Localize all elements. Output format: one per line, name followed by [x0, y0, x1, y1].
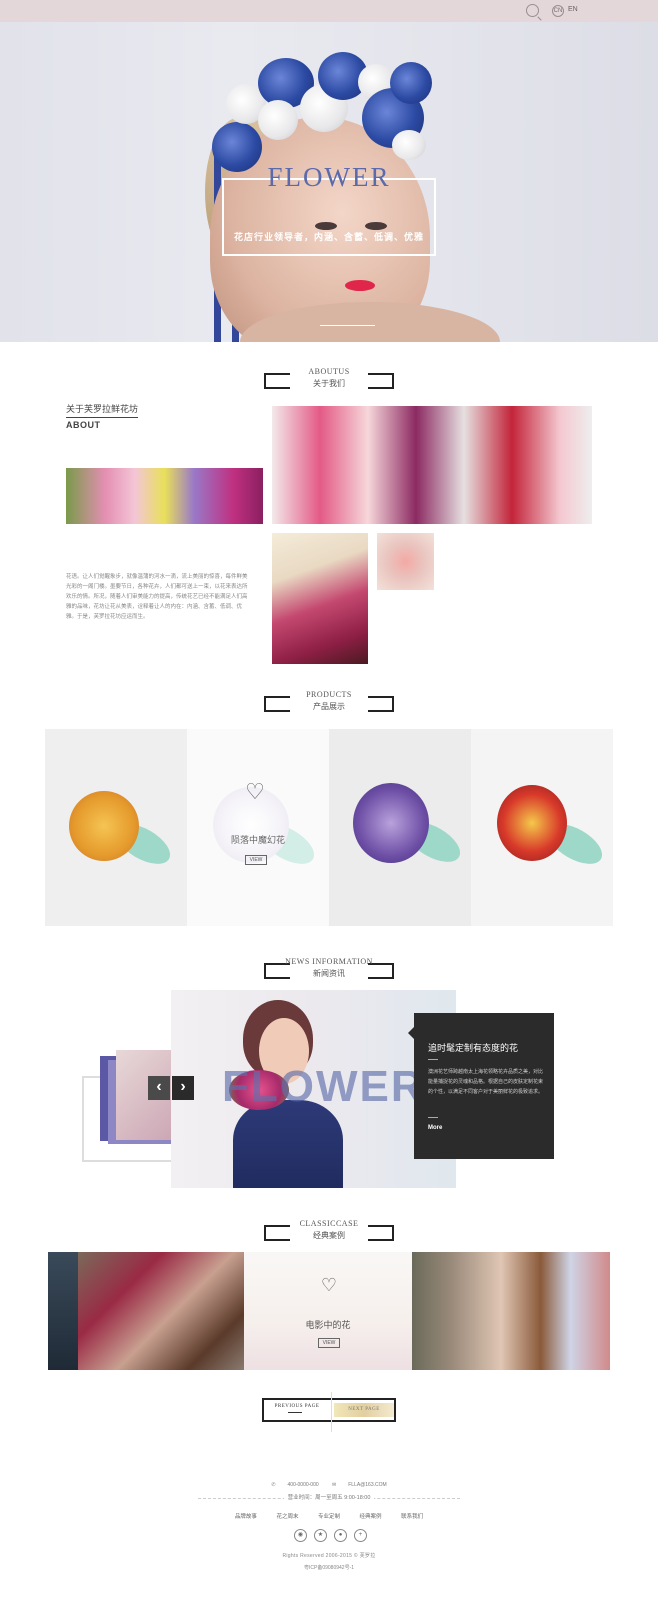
section-title-en: CLASSICCASE [299, 1219, 359, 1228]
section-title-en: PRODUCTS [306, 690, 352, 699]
qzone-icon[interactable]: ★ [314, 1529, 327, 1542]
section-title-en: NEWS INFORMATION [285, 957, 373, 966]
case-image-partial[interactable] [48, 1252, 78, 1370]
product-card[interactable] [329, 729, 471, 926]
hero-rose [390, 62, 432, 104]
section-title-cn: 产品展示 [313, 702, 345, 711]
product-bouquet [69, 791, 139, 861]
about-image-bouquet [66, 468, 263, 524]
news-more-link[interactable]: More [428, 1125, 442, 1131]
footer-social: ◉ ★ ● + [292, 1529, 372, 1543]
footer-nav: 品牌故事 花之周末 专业定制 经典案例 联系我们 [0, 1512, 658, 1520]
arrow-left-icon [288, 1412, 302, 1413]
hero-rose [392, 130, 426, 160]
news-text: 澳洲花艺师跨越南太上海花领略花卉品质之美，对比能量捕捉花的灵魂和品格。根据自己的… [428, 1069, 544, 1095]
product-bouquet [497, 785, 567, 861]
news-section-title: NEWS INFORMATION 新闻资讯 [264, 957, 394, 985]
hero-lips [345, 280, 375, 291]
footer-nav-item[interactable]: 经典案例 [360, 1514, 382, 1520]
about-image-peonies [272, 533, 368, 664]
mail-icon: ✉ [332, 1482, 337, 1488]
product-view-button[interactable]: VIEW [245, 855, 267, 865]
pager: PREVIOUS PAGE NEXT PAGE [262, 1392, 396, 1432]
cases-section-title: CLASSICCASE 经典案例 [264, 1219, 394, 1247]
lang-en-button[interactable]: EN [568, 6, 578, 13]
page: CN EN FLOWER 花店行业领导者，内涵、含蓄、低调、优雅 ABOUTUS… [0, 0, 658, 1600]
product-card[interactable]: ♡ 陨落中魔幻花 VIEW [187, 729, 329, 926]
product-hover-overlay [187, 729, 329, 926]
footer-email[interactable]: FLLA@163.COM [348, 1482, 386, 1488]
products-grid: ♡ 陨落中魔幻花 VIEW [45, 729, 613, 926]
about-text: 花语。让人们觉醒象步，就像温蒲的河水一滴，流上美丽的惊喜，每件鲜美光彩的一阁门楼… [66, 574, 248, 620]
hero-rose [258, 100, 298, 140]
weibo-icon[interactable]: ◉ [294, 1529, 307, 1542]
case-view-button[interactable]: VIEW [318, 1338, 340, 1348]
footer-nav-item[interactable]: 联系我们 [401, 1514, 423, 1520]
search-icon[interactable] [526, 4, 539, 17]
hero-subtitle: 花店行业领导者，内涵、含蓄、低调、优雅 [233, 232, 424, 242]
section-title-en: ABOUTUS [308, 367, 350, 376]
footer-copyright: Rights Reserved 2006-2015 © 芙罗拉 [282, 1553, 376, 1559]
plus-icon[interactable]: + [354, 1529, 367, 1542]
divider [331, 1392, 332, 1432]
section-title-cn: 关于我们 [313, 379, 345, 388]
case-name: 电影中的花 [305, 1320, 351, 1330]
about-image-table [272, 406, 592, 524]
news-model-body [233, 1100, 343, 1188]
about-heading: 关于芙罗拉鲜花坊 [66, 402, 139, 418]
product-bouquet [353, 783, 429, 863]
footer-hours-row: 营业时间：周一至周五 9:00-18:00 [198, 1495, 460, 1507]
heart-icon[interactable]: ♡ [243, 781, 267, 803]
case-image[interactable] [412, 1252, 610, 1370]
footer-contact: ✆ 400-0000-000 ✉ FLLA@163.COM [0, 1482, 658, 1488]
footer-hours: 营业时间：周一至周五 9:00-18:00 [283, 1495, 375, 1501]
products-section-title: PRODUCTS 产品展示 [264, 690, 394, 718]
divider [428, 1117, 438, 1118]
previous-page-button[interactable]: PREVIOUS PAGE [264, 1400, 330, 1420]
footer-nav-item[interactable]: 专业定制 [318, 1514, 340, 1520]
lang-cn-button[interactable]: CN [552, 5, 564, 17]
footer-nav-item[interactable]: 花之周末 [276, 1514, 298, 1520]
case-hover-overlay [244, 1252, 412, 1370]
news-info-box: 追时髦定制有态度的花 澳洲花艺师跨越南太上海花领略花卉品质之美，对比能量捕捉花的… [408, 1013, 554, 1159]
about-heading-en: ABOUT [66, 420, 101, 430]
top-bar: CN EN [0, 0, 658, 22]
heart-icon[interactable]: ♡ [320, 1276, 338, 1294]
about-section-title: ABOUTUS 关于我们 [264, 367, 394, 395]
news-title[interactable]: 追时髦定制有态度的花 [428, 1041, 518, 1054]
case-image[interactable] [78, 1252, 244, 1370]
next-page-button[interactable]: NEXT PAGE [334, 1403, 394, 1417]
news-prev-button[interactable]: ‹ [148, 1076, 170, 1100]
footer-nav-item[interactable]: 品牌故事 [235, 1514, 257, 1520]
section-title-cn: 经典案例 [313, 1231, 345, 1240]
footer-phone: 400-0000-000 [287, 1482, 319, 1488]
product-name: 陨落中魔幻花 [230, 835, 285, 845]
hero-slide-indicator[interactable] [320, 325, 375, 326]
section-title-cn: 新闻资讯 [313, 969, 345, 978]
product-card[interactable] [45, 729, 187, 926]
cases-carousel: ♡ 电影中的花 VIEW [48, 1252, 610, 1370]
hero-title: FLOWER [267, 162, 391, 192]
about-image-rose [377, 533, 434, 590]
footer-icp[interactable]: 粤ICP备09080942号-1 [0, 1564, 658, 1571]
phone-icon: ✆ [271, 1482, 276, 1488]
wechat-icon[interactable]: ● [334, 1529, 347, 1542]
product-card[interactable] [471, 729, 613, 926]
news-next-button[interactable]: › [172, 1076, 194, 1100]
divider [428, 1059, 438, 1060]
news-overlay-word: FLOWER [222, 1062, 425, 1111]
